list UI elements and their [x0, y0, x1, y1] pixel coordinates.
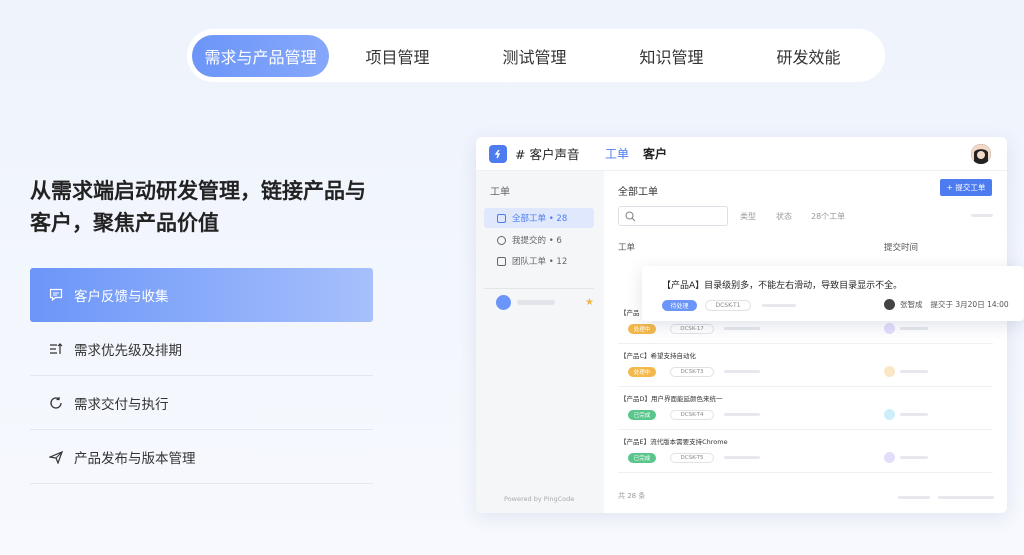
submitter-name: 张智成 — [900, 300, 923, 309]
sidebar-item-mine[interactable]: 我提交的 • 6 — [484, 230, 594, 250]
app-header: # 客户声音 工单 客户 — [476, 137, 1007, 171]
sidebar-project[interactable]: ★ — [496, 295, 594, 310]
placeholder-bar — [724, 413, 760, 416]
feature-release[interactable]: 产品发布与版本管理 — [30, 430, 373, 484]
app-sidebar: 工单 全部工单 • 28 我提交的 • 6 团队工单 • 12 ★ Powere… — [476, 171, 604, 513]
row-code: DCSK-T3 — [670, 367, 714, 377]
status-badge: 已完成 — [628, 453, 656, 463]
status-badge: 处理中 — [628, 367, 656, 377]
placeholder-bar — [971, 214, 993, 217]
feature-label: 产品发布与版本管理 — [74, 450, 196, 467]
headline-line-1: 从需求端启动研发管理，链接产品与 — [30, 179, 366, 203]
tab-knowledge[interactable]: 知识管理 — [603, 35, 740, 77]
row-code: DCSK-T4 — [670, 410, 714, 420]
row-title: 【产品D】用户界面能延颜色来统一 — [620, 395, 723, 403]
feature-label: 需求优先级及排期 — [74, 342, 182, 359]
row-title: 【产品C】希望支持自动化 — [620, 352, 697, 360]
status-badge: 待处理 — [662, 300, 697, 311]
placeholder-bar — [898, 496, 930, 499]
column-header-ticket: 工单 — [618, 243, 636, 253]
feature-delivery[interactable]: 需求交付与执行 — [30, 376, 373, 430]
app-logo-icon — [489, 144, 507, 163]
submitter: 张智成 提交于 3月20日 14:00 — [884, 299, 1009, 310]
filter-type[interactable]: 类型 — [740, 211, 756, 222]
row-title: 【产品 — [620, 309, 640, 317]
top-nav: 需求与产品管理 项目管理 测试管理 知识管理 研发效能 — [187, 29, 885, 82]
sidebar-divider — [484, 288, 594, 289]
project-placeholder — [517, 300, 555, 305]
filter-status[interactable]: 状态 — [776, 211, 792, 222]
sidebar-item-team[interactable]: 团队工单 • 12 — [484, 251, 594, 271]
table-row[interactable]: 【产品C】希望支持自动化 处理中 DCSK-T3 — [618, 344, 993, 387]
search-icon — [625, 211, 636, 222]
doc-icon — [497, 256, 506, 266]
footer-count: 共 28 条 — [618, 492, 646, 500]
priority-list-icon — [48, 341, 64, 357]
table-row[interactable]: 【产品E】流代版本需要支持Chrome 已完成 DCSK-T5 — [618, 430, 993, 473]
feature-label: 客户反馈与收集 — [74, 289, 169, 305]
feature-feedback[interactable]: 客户反馈与收集 — [30, 268, 373, 322]
project-icon — [496, 295, 511, 310]
feature-label: 需求交付与执行 — [74, 396, 169, 413]
sidebar-title: 工单 — [490, 187, 510, 198]
placeholder-bar — [938, 496, 994, 499]
star-icon[interactable]: ★ — [585, 297, 594, 308]
placeholder-bar — [900, 456, 928, 459]
app-tab-tickets[interactable]: 工单 — [605, 145, 629, 162]
placeholder-bar — [900, 370, 928, 373]
row-code: DCSK-17 — [670, 324, 714, 334]
tab-testing[interactable]: 测试管理 — [466, 35, 603, 77]
avatar — [884, 299, 895, 310]
avatar[interactable] — [971, 144, 991, 164]
submitted-time: 提交于 3月20日 14:00 — [930, 300, 1009, 309]
column-header-time: 提交时间 — [884, 243, 919, 253]
placeholder-bar — [724, 456, 760, 459]
app-tab-customers[interactable]: 客户 — [643, 145, 667, 162]
ticket-code: DCSK-T1 — [705, 300, 751, 311]
submit-ticket-button[interactable]: + 提交工单 — [940, 179, 992, 196]
avatar — [884, 323, 895, 334]
headline-line-2: 客户，聚焦产品价值 — [30, 211, 219, 235]
app-title: # 客户声音 — [515, 147, 580, 162]
avatar — [884, 452, 895, 463]
search-input[interactable] — [618, 206, 728, 226]
status-badge: 已完成 — [628, 410, 656, 420]
ticket-popover-card[interactable]: 【产品A】目录级别多，不能左右滑动，导致目录显示不全。 待处理 DCSK-T1 … — [642, 266, 1024, 321]
avatar — [884, 409, 895, 420]
powered-by: Powered by PingCode — [504, 495, 575, 503]
row-code: DCSK-T5 — [670, 453, 714, 463]
placeholder-bar — [724, 370, 760, 373]
tab-project[interactable]: 项目管理 — [329, 35, 466, 77]
ticket-count: 28个工单 — [811, 212, 846, 221]
sidebar-item-label: 团队工单 • 12 — [512, 257, 568, 267]
feature-priority[interactable]: 需求优先级及排期 — [30, 322, 373, 376]
table-row[interactable]: 【产品D】用户界面能延颜色来统一 已完成 DCSK-T4 — [618, 387, 993, 430]
cycle-icon — [48, 395, 64, 411]
popover-title: 【产品A】目录级别多，不能左右滑动，导致目录显示不全。 — [662, 281, 903, 291]
avatar — [884, 366, 895, 377]
placeholder-bar — [900, 413, 928, 416]
tab-requirements-product[interactable]: 需求与产品管理 — [192, 34, 329, 77]
tab-efficiency[interactable]: 研发效能 — [740, 35, 877, 77]
app-main: 全部工单 + 提交工单 类型 状态 28个工单 工单 提交时间 【产品 处理中 … — [604, 171, 1007, 513]
sidebar-item-all[interactable]: 全部工单 • 28 — [484, 208, 594, 228]
hero-headline: 从需求端启动研发管理，链接产品与 客户，聚焦产品价值 — [30, 175, 400, 239]
app-preview: # 客户声音 工单 客户 工单 全部工单 • 28 我提交的 • 6 团队工单 … — [476, 137, 1007, 513]
placeholder-bar — [762, 304, 796, 307]
send-icon — [48, 449, 64, 465]
feature-list: 客户反馈与收集 需求优先级及排期 需求交付与执行 产品发布与版本管理 — [30, 268, 373, 484]
status-badge: 处理中 — [628, 324, 656, 334]
placeholder-bar — [724, 327, 760, 330]
user-icon — [497, 235, 506, 245]
placeholder-bar — [900, 327, 928, 330]
grid-icon — [497, 213, 506, 223]
sidebar-item-label: 全部工单 • 28 — [512, 214, 568, 224]
sidebar-item-label: 我提交的 • 6 — [512, 236, 562, 246]
feedback-icon — [48, 287, 64, 303]
main-title: 全部工单 — [618, 187, 658, 198]
row-title: 【产品E】流代版本需要支持Chrome — [620, 438, 728, 446]
